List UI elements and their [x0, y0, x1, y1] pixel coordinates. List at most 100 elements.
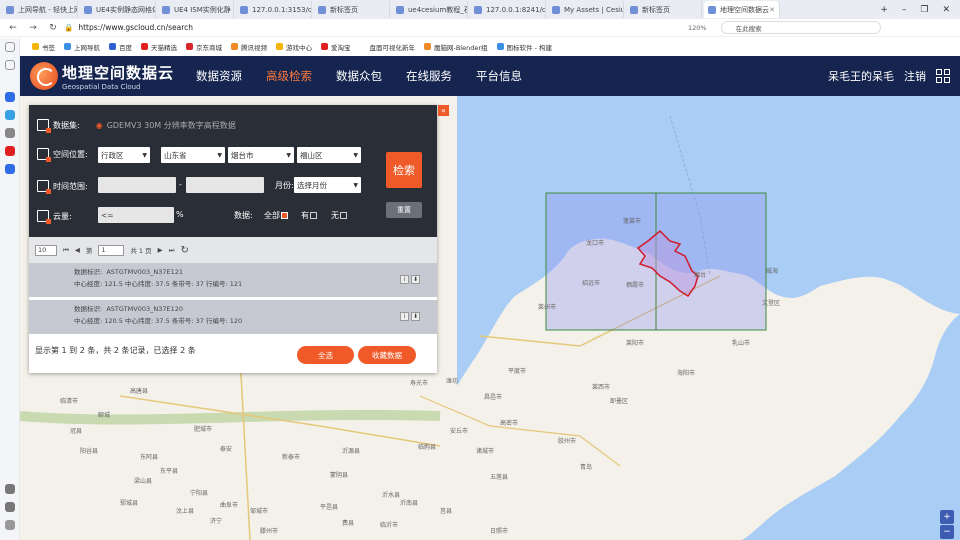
browser-tab[interactable]: 新标签页	[314, 1, 390, 18]
reload-icon[interactable]: ↻	[46, 23, 60, 33]
close-window-icon[interactable]: ✕	[942, 5, 950, 15]
minimize-icon[interactable]: –	[902, 5, 907, 15]
history-icon[interactable]	[5, 60, 15, 70]
bookmark-item[interactable]: 魔脑网-Blender组	[424, 42, 488, 52]
username-link[interactable]: 呆毛王的呆毛	[828, 68, 894, 84]
browser-tab[interactable]: 上网导航 - 轻快上网	[2, 1, 78, 18]
apps-grid-icon[interactable]	[936, 69, 950, 83]
refresh-icon[interactable]: ↻	[181, 245, 189, 256]
bookmark-item[interactable]: 腾讯视频	[231, 42, 267, 52]
menu-online-services[interactable]: 在线服务	[406, 68, 452, 84]
data-no-option[interactable]: 无	[331, 210, 347, 221]
forward-icon[interactable]: →	[26, 23, 40, 33]
new-tab-icon[interactable]: +	[880, 5, 888, 15]
info-icon[interactable]: i	[400, 275, 409, 284]
zoom-level[interactable]: 120%	[688, 24, 707, 32]
bookmark-item[interactable]: 上网导航	[64, 42, 100, 52]
browser-tab[interactable]: 127.0.0.1:3153/ce	[236, 1, 312, 18]
data-all-option[interactable]: 全部	[264, 210, 288, 221]
bookmark-item[interactable]: 爱淘宝	[321, 42, 351, 52]
browser-tab-active[interactable]: 地理空间数据云 ✕	[704, 1, 780, 18]
start-date-input[interactable]	[98, 177, 176, 193]
back-icon[interactable]: ←	[6, 23, 20, 33]
prev-page-icon[interactable]: ◀	[75, 246, 80, 254]
menu-crowdsourcing[interactable]: 数据众包	[336, 68, 382, 84]
collapse-panel-icon[interactable]: «	[438, 105, 449, 116]
browser-tab[interactable]: My Assets | Cesiu	[548, 1, 624, 18]
bookmark-item[interactable]: 天猫精选	[141, 42, 177, 52]
bookmark-item[interactable]: 盘面可视化新年	[359, 42, 415, 52]
sidebar-app-icon[interactable]	[5, 484, 15, 494]
location-type-select[interactable]: 行政区 ▼	[98, 147, 150, 163]
bookmark-item[interactable]: 百度	[109, 42, 132, 52]
settings-icon[interactable]	[5, 520, 15, 530]
browser-tab-bar: 上网导航 - 轻快上网 UE4实例静态网格体 UE4 ISM实例化静 127.0…	[0, 0, 960, 19]
month-select[interactable]: 选择月份 ▼	[294, 177, 361, 193]
sidebar-app-icon[interactable]	[5, 128, 15, 138]
page-input[interactable]: 1	[98, 244, 125, 256]
bookmark-item[interactable]: 游戏中心	[276, 42, 312, 52]
select-all-button[interactable]: 全选	[297, 346, 354, 364]
cloud-input[interactable]: <=	[98, 207, 174, 223]
maximize-icon[interactable]: ❐	[920, 5, 928, 15]
sidebar-app-icon[interactable]	[5, 164, 15, 174]
province-select[interactable]: 山东省 ▼	[161, 147, 225, 163]
menu-platform-info[interactable]: 平台信息	[476, 68, 522, 84]
sidebar-app-icon[interactable]	[5, 92, 15, 102]
close-tab-icon[interactable]: ✕	[769, 6, 775, 14]
district-select[interactable]: 福山区 ▼	[297, 147, 361, 163]
favorite-data-button[interactable]: 收藏数据	[358, 346, 416, 364]
map-label: 济宁	[210, 518, 223, 525]
browser-tab[interactable]: 新标签页	[626, 1, 702, 18]
dataset-name[interactable]: GDEMV3 30M 分辨率数字高程数据	[107, 120, 236, 131]
zoom-out-icon[interactable]: −	[940, 525, 954, 539]
zoom-in-icon[interactable]: +	[940, 510, 954, 524]
next-page-icon[interactable]: ▶	[158, 246, 163, 254]
lock-icon: 🔒	[64, 23, 74, 32]
site-logo[interactable]: 地理空间数据云 Geospatial Data Cloud	[30, 62, 174, 91]
map-label: 费县	[342, 520, 355, 527]
map-label: 曲阜市	[220, 502, 239, 509]
map-label: 聊城	[98, 412, 111, 419]
reset-button[interactable]: 重置	[386, 202, 422, 218]
last-page-icon[interactable]: ⏭	[169, 246, 175, 255]
map-label: 寿光市	[410, 380, 429, 387]
address-bar[interactable]: 🔒 https://www.gscloud.cn/search	[64, 23, 684, 32]
map-label: 泰安	[220, 446, 233, 453]
first-page-icon[interactable]: ⏮	[63, 246, 69, 255]
sidebar-app-icon[interactable]	[5, 502, 15, 512]
data-yes-option[interactable]: 有	[301, 210, 317, 221]
menu-advanced-search[interactable]: 高级检索	[266, 68, 312, 84]
browser-tab[interactable]: UE4实例静态网格体	[80, 1, 156, 18]
bookmark-item[interactable]: 书签	[32, 42, 55, 52]
sidebar-app-icon[interactable]	[5, 110, 15, 120]
star-icon	[32, 43, 39, 50]
logout-link[interactable]: 注销	[904, 68, 926, 84]
results-summary: 显示第 1 到 2 条，共 2 条记录，已选择 2 条	[35, 346, 196, 355]
tab-favicon-icon	[84, 5, 92, 14]
end-date-input[interactable]	[186, 177, 264, 193]
bookmark-item[interactable]: 京东商城	[186, 42, 222, 52]
tile-footprint-n37e120[interactable]	[545, 192, 657, 331]
page-size-select[interactable]: 10	[35, 244, 57, 256]
browser-tab[interactable]: UE4 ISM实例化静	[158, 1, 234, 18]
sidebar-app-icon[interactable]	[5, 146, 15, 156]
download-icon[interactable]: ⬇	[411, 275, 420, 284]
bookmark-item[interactable]: 图标软件 - 构建	[496, 42, 552, 52]
dataset-radio-icon[interactable]: ◉	[96, 121, 103, 130]
dataset-row: 数据集: ◉ GDEMV3 30M 分辨率数字高程数据	[37, 119, 236, 133]
search-button[interactable]: 检索	[386, 152, 422, 188]
bookmark-icon	[276, 43, 283, 50]
browser-search-input[interactable]: 在此搜索	[720, 21, 881, 34]
menu-data-resources[interactable]: 数据资源	[196, 68, 242, 84]
city-select[interactable]: 烟台市 ▼	[228, 147, 294, 163]
browser-tab[interactable]: 127.0.0.1:8241/ce	[470, 1, 546, 18]
browser-tab[interactable]: ue4cesium教程_石	[392, 1, 468, 18]
bookmark-icon	[424, 43, 431, 50]
result-row[interactable]: 数据标识: ASTGTMV003_N37E120 中心经度: 120.5 中心纬…	[29, 300, 437, 334]
info-icon[interactable]: i	[400, 312, 409, 321]
search-form: 数据集: ◉ GDEMV3 30M 分辨率数字高程数据 空间位置: 行政区 ▼ 山…	[29, 105, 437, 237]
download-icon[interactable]: ⬇	[411, 312, 420, 321]
star-icon[interactable]	[5, 42, 15, 52]
result-row[interactable]: 数据标识: ASTGTMV003_N37E121 中心经度: 121.5 中心纬…	[29, 263, 437, 297]
